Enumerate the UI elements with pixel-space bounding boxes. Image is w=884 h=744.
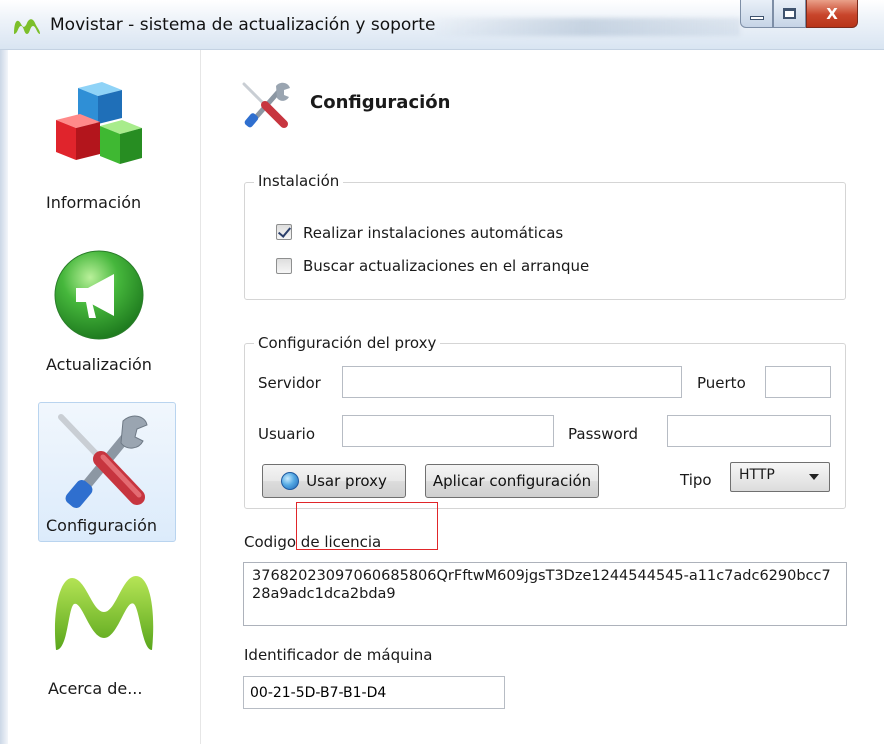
license-textarea[interactable]: 37682023097060685806QrFftwM609jgsT3Dze12…	[243, 562, 847, 626]
movistar-app-icon	[14, 19, 40, 34]
apply-config-label: Aplicar configuración	[432, 472, 592, 490]
password-label: Password	[568, 425, 639, 443]
sidebar-label-actualizacion: Actualización	[46, 355, 152, 374]
check-updates-label: Buscar actualizaciones en el arranque	[303, 257, 590, 275]
title-bar-background-blur	[430, 18, 740, 36]
window-title: Movistar - sistema de actualización y so…	[50, 15, 436, 35]
machine-id-input[interactable]	[243, 676, 505, 709]
user-label: Usuario	[258, 425, 316, 443]
maximize-button[interactable]	[773, 0, 806, 28]
port-input[interactable]	[765, 366, 831, 398]
sidebar-label-acerca-de: Acerca de...	[48, 679, 143, 698]
tools-icon	[58, 414, 148, 509]
highlight-box	[296, 502, 438, 550]
apply-config-button[interactable]: Aplicar configuración	[425, 464, 599, 498]
sidebar-label-informacion: Información	[46, 193, 142, 212]
proxy-type-value: HTTP	[739, 467, 775, 483]
title-bar: Movistar - sistema de actualización y so…	[0, 0, 884, 50]
password-input[interactable]	[667, 415, 831, 447]
server-label: Servidor	[258, 374, 321, 392]
use-proxy-label: Usar proxy	[306, 472, 387, 490]
movistar-logo-icon	[54, 576, 154, 650]
megaphone-icon	[54, 250, 144, 340]
header-tools-icon	[242, 82, 290, 128]
auto-install-label: Realizar instalaciones automáticas	[303, 224, 564, 242]
use-proxy-button[interactable]: Usar proxy	[262, 464, 406, 498]
check-updates-checkbox[interactable]	[276, 258, 292, 274]
proxy-group-title: Configuración del proxy	[254, 334, 441, 352]
page-title: Configuración	[310, 92, 451, 113]
proxy-type-select[interactable]: HTTP	[730, 462, 830, 492]
maximize-icon	[783, 8, 796, 19]
sidebar-edge	[0, 50, 8, 744]
close-button[interactable]: X	[806, 0, 858, 28]
port-label: Puerto	[697, 374, 746, 392]
cubes-icon	[56, 82, 142, 164]
globe-icon	[281, 472, 300, 490]
sidebar-divider	[200, 50, 201, 744]
machine-id-label: Identificador de máquina	[244, 646, 433, 664]
auto-install-checkbox[interactable]	[276, 224, 292, 240]
user-input[interactable]	[342, 415, 554, 447]
minimize-icon	[749, 15, 764, 20]
sidebar-label-configuracion: Configuración	[46, 516, 158, 535]
instalacion-group-title: Instalación	[254, 172, 344, 190]
close-icon: X	[826, 4, 838, 23]
server-input[interactable]	[342, 366, 682, 398]
minimize-button[interactable]	[740, 0, 773, 28]
chevron-down-icon	[809, 474, 819, 480]
type-label: Tipo	[680, 471, 712, 489]
window-controls: X	[740, 0, 858, 30]
